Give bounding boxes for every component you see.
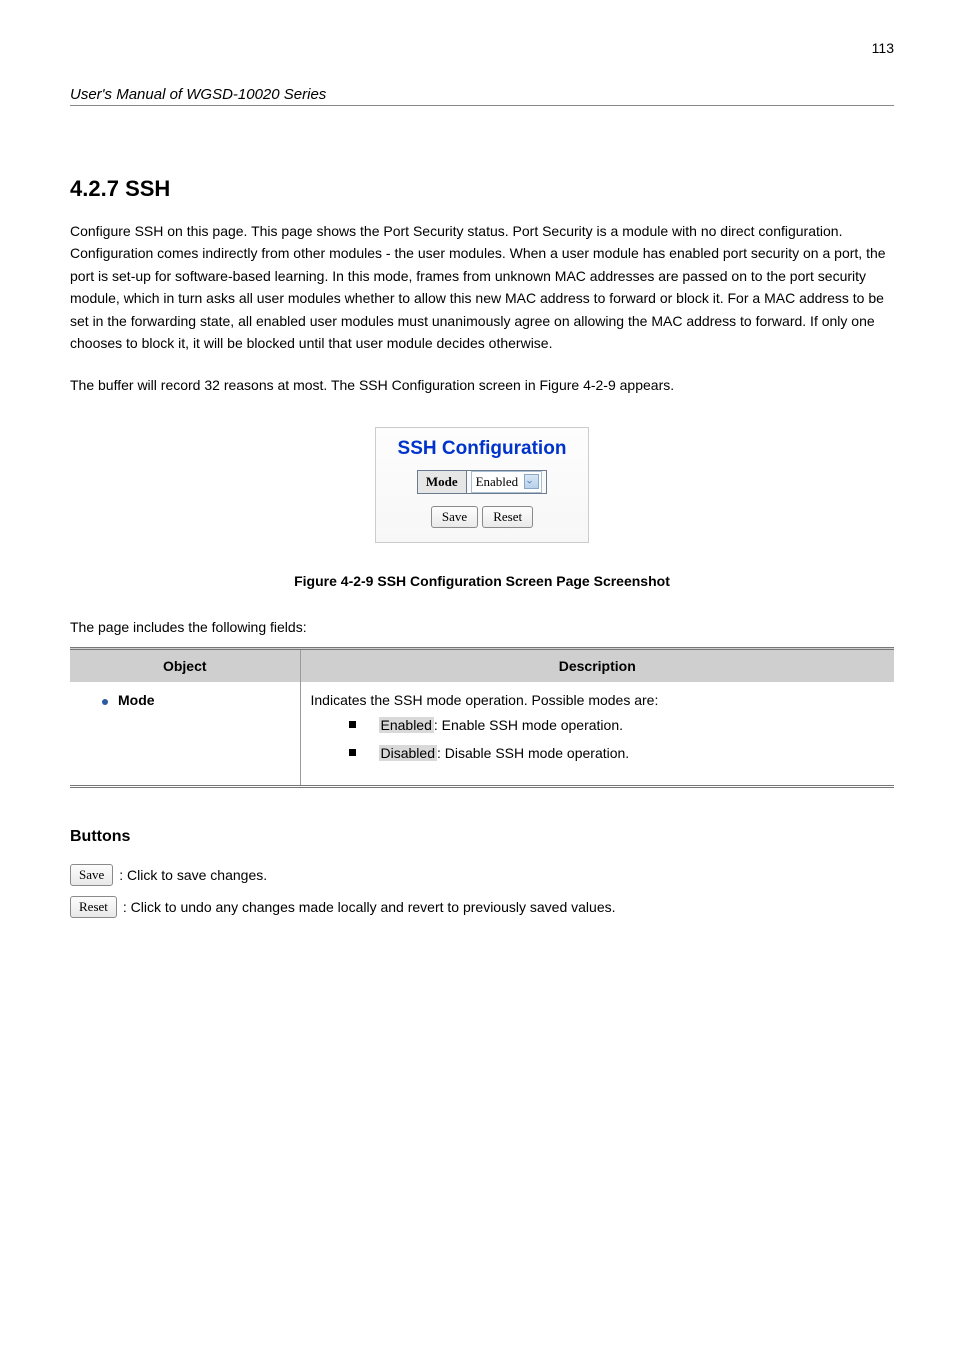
ssh-panel-buttons: Save Reset (390, 506, 574, 528)
disabled-label: Disabled (379, 745, 437, 761)
td-description: Indicates the SSH mode operation. Possib… (300, 682, 894, 786)
manual-title: User's Manual of WGSD-10020 Series (70, 86, 894, 103)
ssh-mode-label: Mode (417, 470, 467, 494)
ssh-mode-row: Mode Enabled (390, 470, 574, 494)
ssh-panel-title: SSH Configuration (390, 438, 574, 460)
enabled-label: Enabled (379, 717, 434, 733)
table-intro: The page includes the following fields: (70, 619, 894, 635)
table-row: Mode Indicates the SSH mode operation. P… (70, 682, 894, 786)
reset-explain-text: : Click to undo any changes made locally… (123, 899, 616, 915)
section-number: 4.2.7 (70, 176, 119, 201)
save-button-image: Save (70, 864, 113, 886)
object-label: Mode (118, 692, 155, 708)
ssh-config-panel: SSH Configuration Mode Enabled Save Rese… (375, 427, 589, 543)
reset-button-image: Reset (70, 896, 117, 918)
buttons-heading: Buttons (70, 828, 894, 846)
list-item: Enabled: Enable SSH mode operation. (349, 714, 885, 736)
section-title: SSH (125, 176, 170, 201)
desc-list: Enabled: Enable SSH mode operation. Disa… (311, 714, 885, 765)
ssh-mode-value: Enabled (474, 474, 525, 490)
object-table: Object Description Mode Indicates the SS… (70, 647, 894, 788)
intro-paragraph: Configure SSH on this page. This page sh… (70, 220, 894, 354)
section-heading: 4.2.7 SSH (70, 176, 894, 202)
th-object: Object (70, 648, 300, 682)
bullet-icon (102, 699, 108, 705)
save-button[interactable]: Save (431, 506, 478, 528)
header-divider (70, 105, 894, 106)
enabled-tail: : Enable SSH mode operation. (434, 717, 623, 733)
save-explain-row: Save : Click to save changes. (70, 864, 894, 886)
td-object: Mode (70, 682, 300, 786)
reset-explain-row: Reset : Click to undo any changes made l… (70, 896, 894, 918)
ssh-mode-select[interactable]: Enabled (471, 471, 543, 493)
intro-paragraph-2: The buffer will record 32 reasons at mos… (70, 374, 894, 396)
list-item: Disabled: Disable SSH mode operation. (349, 742, 885, 764)
disabled-tail: : Disable SSH mode operation. (437, 745, 629, 761)
figure-caption: Figure 4-2-9 SSH Configuration Screen Pa… (70, 573, 894, 589)
desc-lead: Indicates the SSH mode operation. Possib… (311, 692, 885, 708)
ssh-mode-select-wrap: Enabled (467, 470, 548, 494)
figure-wrapper: SSH Configuration Mode Enabled Save Rese… (70, 427, 894, 543)
page-number: 113 (70, 40, 894, 56)
reset-button[interactable]: Reset (482, 506, 533, 528)
chevron-down-icon (524, 474, 539, 489)
th-description: Description (300, 648, 894, 682)
save-explain-text: : Click to save changes. (119, 867, 267, 883)
